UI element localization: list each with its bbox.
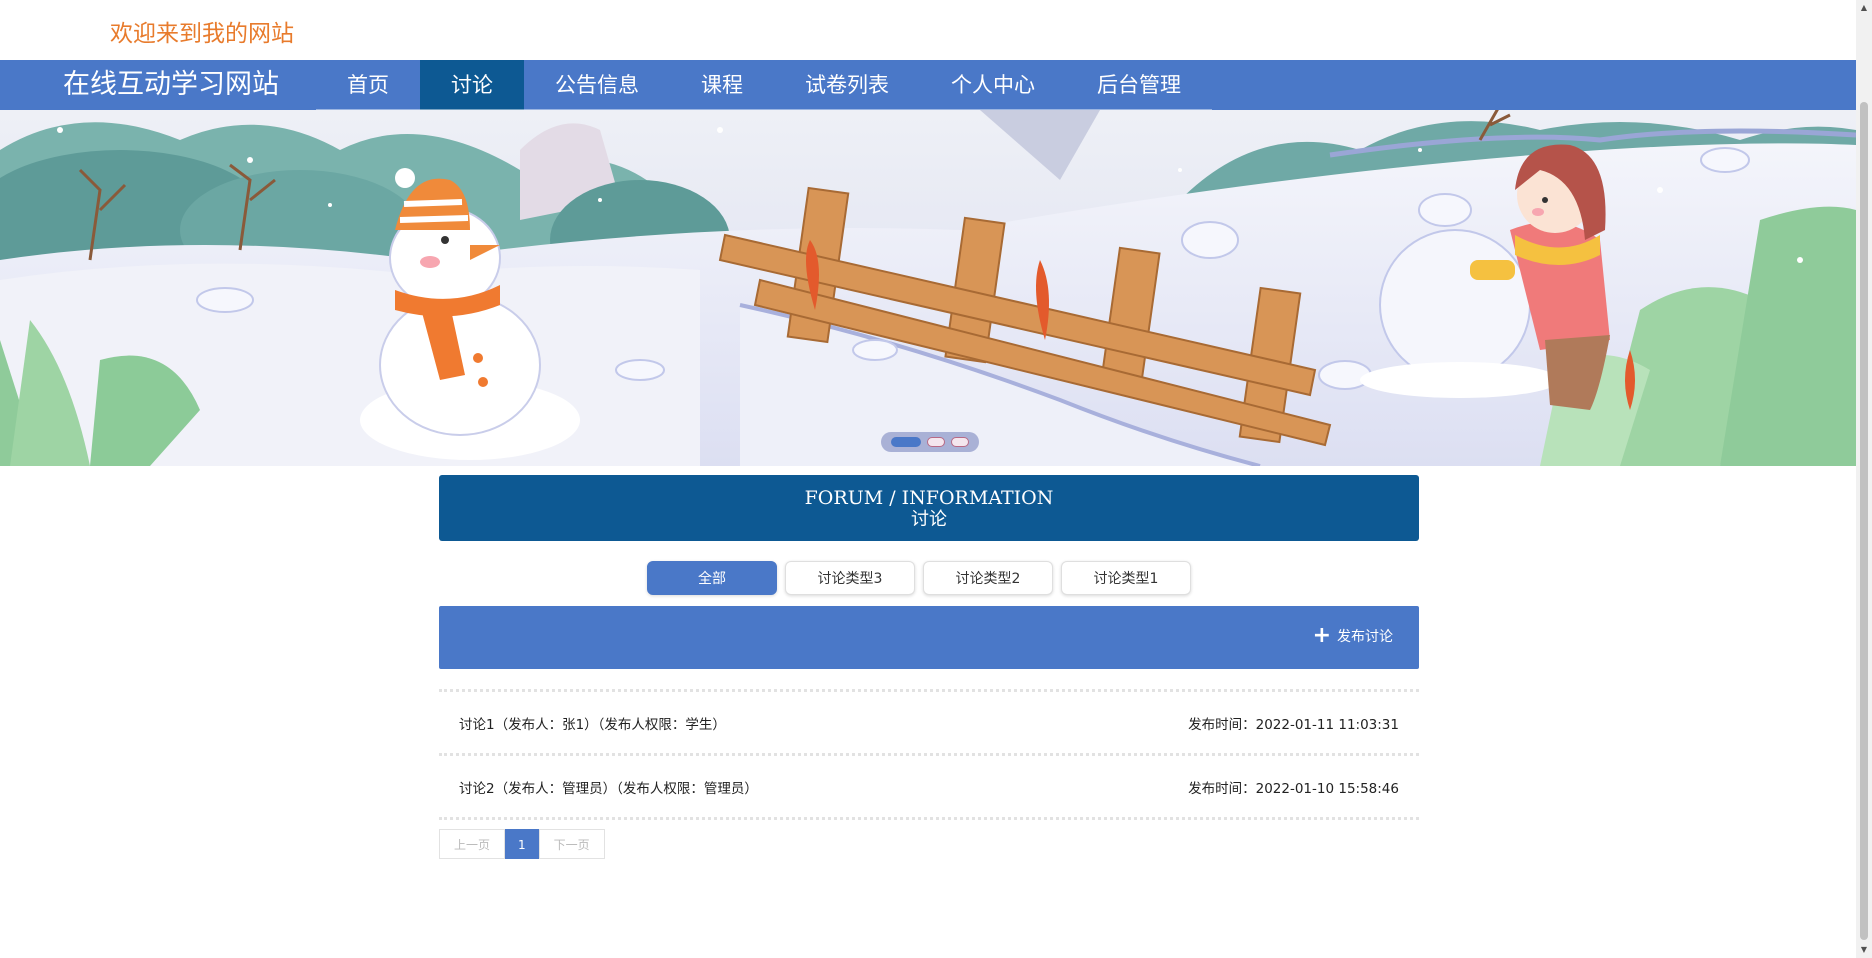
plus-icon: + <box>1312 623 1331 648</box>
post-title[interactable]: 讨论1（发布人：张1）（发布人权限：学生） <box>459 713 726 733</box>
tab-type-1[interactable]: 讨论类型1 <box>1061 561 1191 595</box>
nav-item-user-center[interactable]: 个人中心 <box>920 60 1066 110</box>
welcome-text: 欢迎来到我的网站 <box>110 21 294 47</box>
tab-type-2[interactable]: 讨论类型2 <box>923 561 1053 595</box>
list-item[interactable]: 讨论2（发布人：管理员）（发布人权限：管理员） 发布时间：2022-01-10 … <box>439 756 1419 817</box>
next-page-button[interactable]: 下一页 <box>538 829 605 859</box>
section-title-en: FORUM / INFORMATION <box>804 487 1054 509</box>
list-divider <box>439 817 1419 820</box>
list-item[interactable]: 讨论1（发布人：张1）（发布人权限：学生） 发布时间：2022-01-11 11… <box>439 692 1419 753</box>
nav-item-admin[interactable]: 后台管理 <box>1066 60 1212 110</box>
prev-page-button[interactable]: 上一页 <box>439 829 506 859</box>
publish-discussion-button[interactable]: + 发布讨论 <box>1312 623 1393 648</box>
carousel-indicator <box>881 432 979 452</box>
nav-item-forum[interactable]: 讨论 <box>420 60 524 110</box>
nav-item-home[interactable]: 首页 <box>316 60 420 110</box>
scrollbar-thumb[interactable] <box>1860 102 1868 940</box>
carousel-dot-3[interactable] <box>951 437 969 447</box>
publish-label: 发布讨论 <box>1337 629 1393 645</box>
scroll-up-icon[interactable]: ▲ <box>1856 0 1872 16</box>
tab-type-3[interactable]: 讨论类型3 <box>785 561 915 595</box>
banner-illustration <box>0 110 1856 466</box>
banner-carousel[interactable] <box>0 110 1856 466</box>
main-navbar: 在线互动学习网站 首页 讨论 公告信息 课程 试卷列表 个人中心 后台管理 <box>0 60 1856 110</box>
publish-toolbar: + 发布讨论 <box>439 606 1419 669</box>
post-time: 发布时间：2022-01-11 11:03:31 <box>1188 716 1399 733</box>
page-number-current[interactable]: 1 <box>505 829 539 859</box>
nav-menu: 首页 讨论 公告信息 课程 试卷列表 个人中心 后台管理 <box>316 60 1212 110</box>
forum-section-header: FORUM / INFORMATION 讨论 <box>439 475 1419 541</box>
discussion-list: 讨论1（发布人：张1）（发布人权限：学生） 发布时间：2022-01-11 11… <box>439 689 1419 820</box>
nav-item-courses[interactable]: 课程 <box>670 60 774 110</box>
site-brand[interactable]: 在线互动学习网站 <box>63 60 279 110</box>
post-title[interactable]: 讨论2（发布人：管理员）（发布人权限：管理员） <box>459 777 758 797</box>
nav-item-announcements[interactable]: 公告信息 <box>524 60 670 110</box>
vertical-scrollbar[interactable]: ▲ ▼ <box>1856 0 1872 958</box>
carousel-dot-2[interactable] <box>927 437 945 447</box>
carousel-dot-1[interactable] <box>891 437 921 447</box>
page: 欢迎来到我的网站 在线互动学习网站 首页 讨论 公告信息 课程 试卷列表 个人中… <box>0 0 1856 958</box>
category-tabs: 全部 讨论类型3 讨论类型2 讨论类型1 <box>647 561 1191 595</box>
post-time: 发布时间：2022-01-10 15:58:46 <box>1188 780 1399 797</box>
section-title-cn: 讨论 <box>911 509 947 530</box>
scroll-down-icon[interactable]: ▼ <box>1856 942 1872 958</box>
nav-item-exam-list[interactable]: 试卷列表 <box>774 60 920 110</box>
pagination: 上一页 1 下一页 <box>439 829 605 859</box>
tab-all[interactable]: 全部 <box>647 561 777 595</box>
